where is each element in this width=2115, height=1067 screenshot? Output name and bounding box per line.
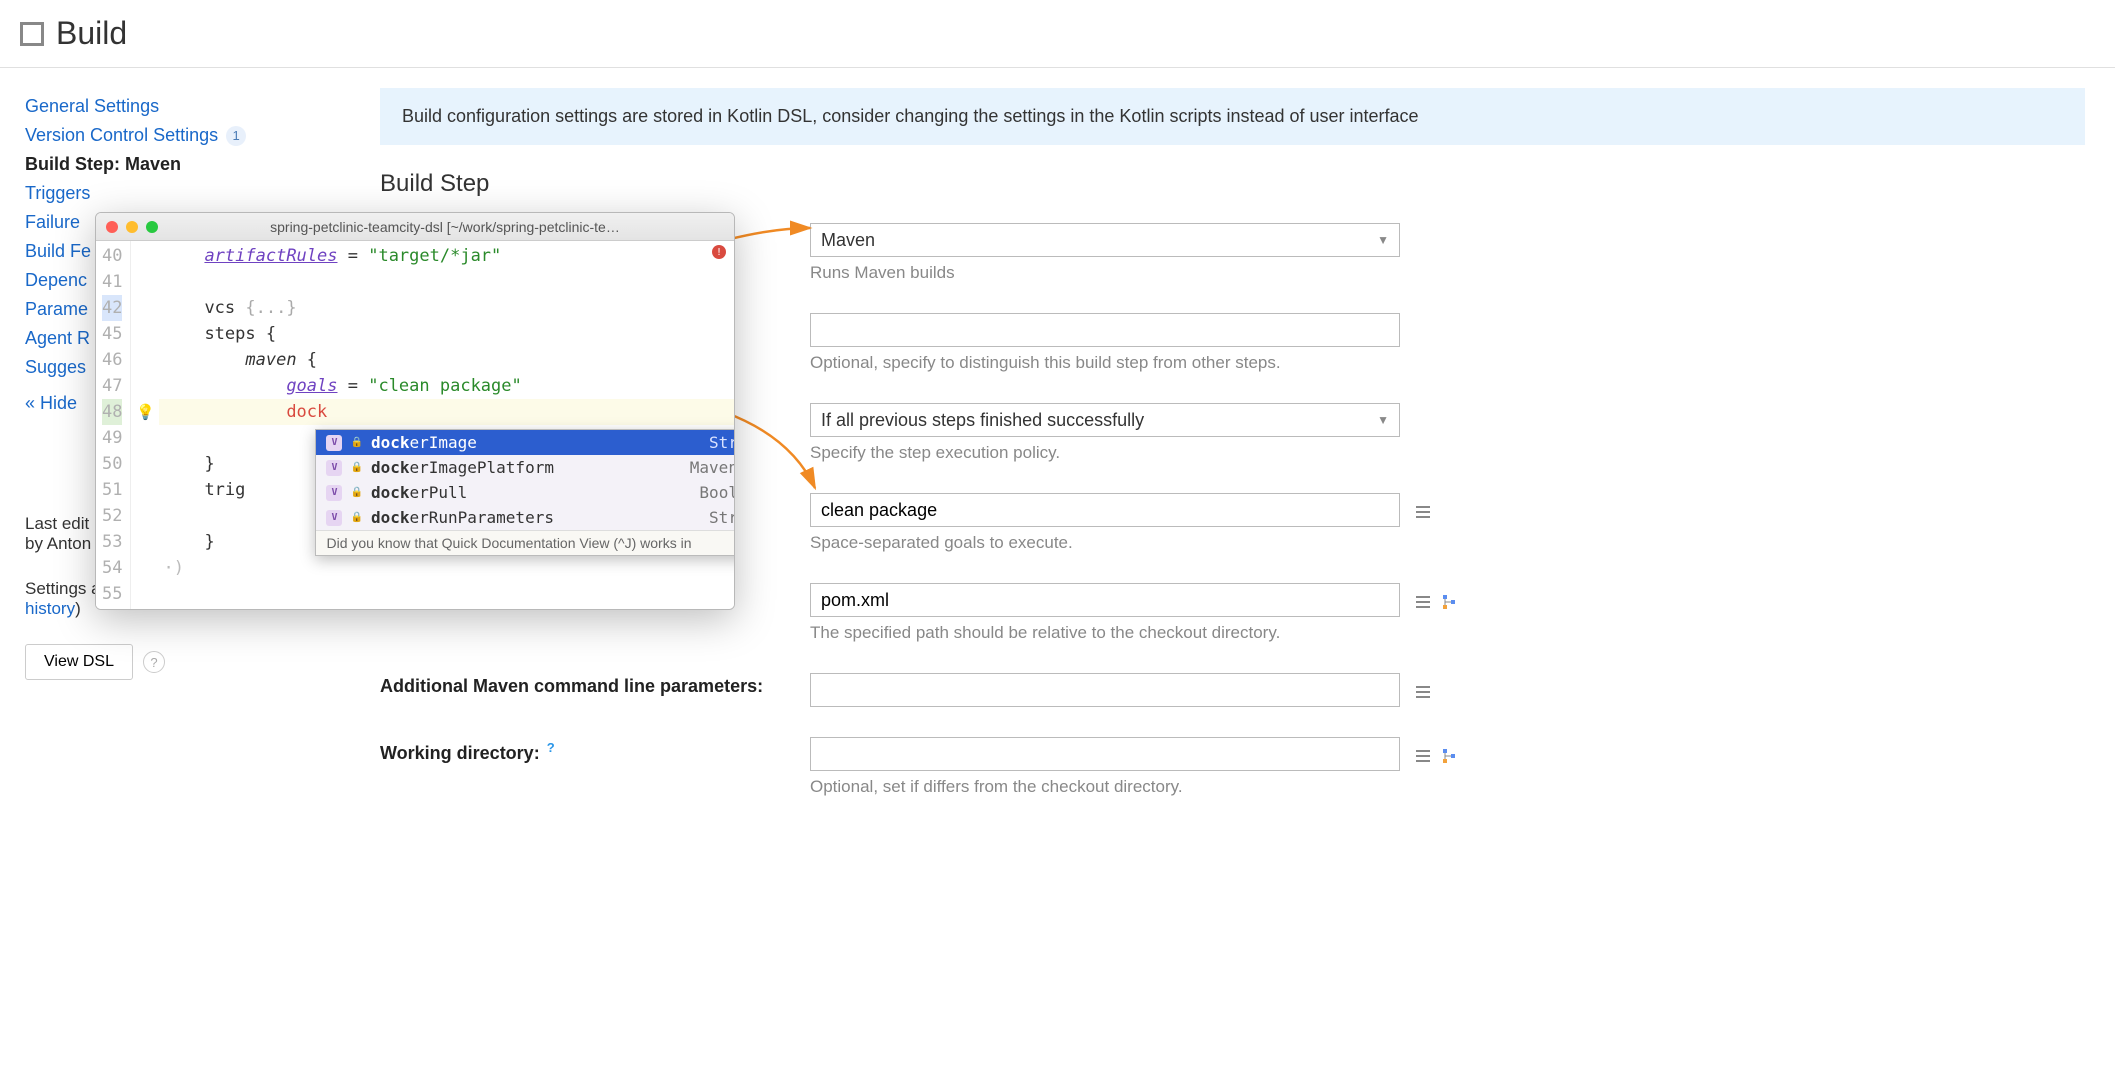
kind-icon: V (326, 485, 342, 501)
list-param-icon[interactable] (1414, 593, 1432, 611)
help-icon[interactable]: ? (143, 651, 165, 673)
gutter-icons: 💡 (131, 241, 159, 609)
code-editor[interactable]: 40 41 42 45 46 47 48 49 50 51 52 53 54 5… (96, 241, 734, 609)
step-name-hint: Optional, specify to distinguish this bu… (810, 353, 2085, 373)
list-param-icon[interactable] (1414, 683, 1432, 701)
line-gutter: 40 41 42 45 46 47 48 49 50 51 52 53 54 5… (96, 241, 131, 609)
ide-window: spring-petclinic-teamcity-dsl [~/work/sp… (95, 212, 735, 610)
wd-hint: Optional, set if differs from the checko… (810, 777, 2085, 797)
completion-item[interactable]: V 🔒 dockerImage String? (316, 430, 735, 455)
completion-item[interactable]: V 🔒 dockerRunParameters String? (316, 505, 735, 530)
lightbulb-icon[interactable]: 💡 (136, 403, 155, 421)
wd-label: Working directory: ? (380, 737, 810, 764)
sidebar-item-triggers[interactable]: Triggers (25, 183, 330, 204)
build-icon (20, 22, 44, 46)
page-title: Build (56, 15, 127, 52)
error-indicator-icon[interactable]: ! (712, 245, 726, 259)
completion-popup: V 🔒 dockerImage String? V 🔒 dockerImageP… (315, 429, 735, 556)
info-banner: Build configuration settings are stored … (380, 88, 2085, 145)
section-title: Build Step (380, 170, 2085, 198)
lock-icon: 🔒 (350, 462, 362, 473)
exec-policy-select[interactable]: If all previous steps finished successfu… (810, 403, 1400, 437)
goals-input[interactable] (810, 493, 1400, 527)
cli-label: Additional Maven command line parameters… (380, 673, 810, 697)
pom-input[interactable] (810, 583, 1400, 617)
tree-picker-icon[interactable] (1440, 747, 1458, 765)
chevron-down-icon: ▼ (1377, 233, 1389, 247)
sidebar-item-build-step[interactable]: Build Step: Maven (25, 154, 330, 175)
view-dsl-button[interactable]: View DSL (25, 644, 133, 680)
chevron-down-icon: ▼ (1377, 413, 1389, 427)
ide-title: spring-petclinic-teamcity-dsl [~/work/sp… (166, 219, 724, 235)
kind-icon: V (326, 510, 342, 526)
runner-hint: Runs Maven builds (810, 263, 2085, 283)
maximize-icon[interactable] (146, 221, 158, 233)
completion-footer: Did you know that Quick Documentation Vi… (316, 530, 735, 555)
lock-icon: 🔒 (350, 512, 362, 523)
lock-icon[interactable]: 🔒 (350, 487, 362, 498)
cli-input[interactable] (810, 673, 1400, 707)
tree-picker-icon[interactable] (1440, 593, 1458, 611)
step-name-input[interactable] (810, 313, 1400, 347)
lock-icon: 🔒 (350, 437, 362, 448)
vcs-badge: 1 (226, 126, 246, 146)
wd-input[interactable] (810, 737, 1400, 771)
ide-titlebar[interactable]: spring-petclinic-teamcity-dsl [~/work/sp… (96, 213, 734, 241)
help-icon[interactable]: ? (547, 740, 555, 755)
kind-icon: V (326, 435, 342, 451)
page-header: Build (0, 0, 2115, 68)
list-param-icon[interactable] (1414, 747, 1432, 765)
kind-icon: V (326, 460, 342, 476)
goals-hint: Space-separated goals to execute. (810, 533, 2085, 553)
close-icon[interactable] (106, 221, 118, 233)
completion-item[interactable]: V 🔒 dockerImagePlatform MavenBui… (316, 455, 735, 480)
runner-select[interactable]: Maven ▼ (810, 223, 1400, 257)
exec-hint: Specify the step execution policy. (810, 443, 2085, 463)
sidebar-item-general[interactable]: General Settings (25, 96, 330, 117)
completion-item[interactable]: V 🔒 dockerPull Boolean? (316, 480, 735, 505)
sidebar-item-vcs[interactable]: Version Control Settings1 (25, 125, 330, 146)
minimize-icon[interactable] (126, 221, 138, 233)
pom-hint: The specified path should be relative to… (810, 623, 2085, 643)
list-param-icon[interactable] (1414, 503, 1432, 521)
